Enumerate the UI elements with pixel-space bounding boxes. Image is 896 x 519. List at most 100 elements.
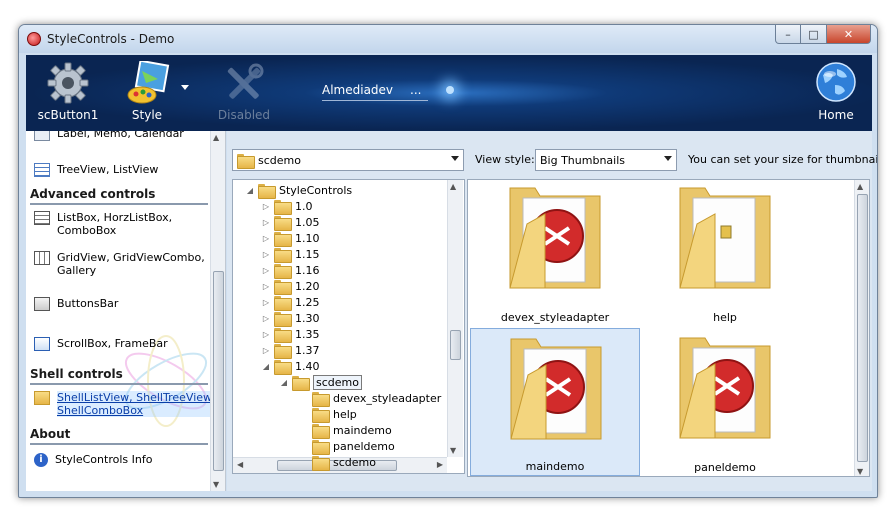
- nav-item-shell[interactable]: ShellListView, ShellTreeView, ShellComboB…: [34, 391, 216, 417]
- tree-node-label: 1.40: [295, 359, 320, 373]
- scbutton1-button[interactable]: scButton1: [34, 55, 102, 131]
- nav-item-scrollbox[interactable]: ScrollBox, FrameBar: [34, 337, 168, 351]
- tree-node[interactable]: ▷ 1.16: [261, 262, 320, 279]
- scroll-up-icon[interactable]: ▲: [450, 182, 456, 191]
- tree-node-label: 1.10: [295, 231, 320, 245]
- scroll-thumb[interactable]: [450, 330, 461, 360]
- expand-icon[interactable]: ▷: [261, 330, 271, 339]
- tree-node-root[interactable]: ◢ StyleControls: [245, 182, 352, 199]
- collapse-icon[interactable]: ◢: [279, 378, 289, 387]
- folder-icon: [274, 359, 292, 375]
- close-button[interactable]: ✕: [827, 25, 871, 44]
- tree-node-label: help: [333, 407, 357, 421]
- path-combobox[interactable]: scdemo: [232, 149, 464, 171]
- nav-label-line1: ShellListView, ShellTreeView,: [57, 391, 216, 404]
- tree-node-label: 1.37: [295, 343, 320, 357]
- tree-node[interactable]: ▷ 1.15: [261, 246, 320, 263]
- thumbnail-item[interactable]: help: [640, 180, 810, 326]
- scroll-down-icon[interactable]: ▼: [213, 480, 219, 489]
- scroll-left-icon[interactable]: ◀: [237, 460, 243, 469]
- thumbnail-item[interactable]: paneldemo: [640, 328, 810, 476]
- nav-item-label-memo[interactable]: Label, Memo, Calendar: [34, 131, 184, 141]
- tree-node[interactable]: scdemo: [299, 454, 376, 471]
- nav-label: ShellListView, ShellTreeView, ShellComboB…: [57, 391, 216, 417]
- list-vscrollbar[interactable]: ▲ ▼: [854, 180, 869, 476]
- expand-icon[interactable]: ▷: [261, 282, 271, 291]
- tree-node[interactable]: maindemo: [299, 422, 392, 439]
- shell-tree-view[interactable]: ◢ StyleControls ▲ ▼ ◀ ▶ ▷ 1.0 ▷ 1.05 ▷ 1.10 ▷ 1…: [232, 179, 465, 474]
- view-style-label: View style:: [475, 153, 535, 166]
- expand-icon[interactable]: ▷: [261, 250, 271, 259]
- view-style-value: Big Thumbnails: [540, 153, 625, 167]
- scroll-down-icon[interactable]: ▼: [857, 467, 863, 476]
- scroll-thumb[interactable]: [857, 194, 868, 462]
- gear-icon: [47, 62, 89, 104]
- nav-item-treeview[interactable]: TreeView, ListView: [34, 163, 158, 177]
- globe-icon: [816, 62, 856, 102]
- folder-icon: [274, 199, 292, 215]
- thumbnail-label: help: [713, 311, 737, 324]
- tree-node[interactable]: ▷ 1.25: [261, 294, 320, 311]
- gridview-icon: [34, 251, 50, 265]
- tree-node[interactable]: ▷ 1.0: [261, 198, 313, 215]
- collapse-icon[interactable]: ◢: [261, 362, 271, 371]
- nav-label-line2: ShellComboBox: [57, 404, 144, 417]
- view-style-combobox[interactable]: Big Thumbnails: [535, 149, 677, 171]
- nav-label: ButtonsBar: [57, 297, 119, 310]
- nav-item-gridview[interactable]: GridView, GridViewCombo, Gallery: [34, 251, 205, 277]
- nav-item-listbox[interactable]: ListBox, HorzListBox, ComboBox: [34, 211, 172, 237]
- paint-palette-icon: [127, 61, 170, 104]
- tree-node[interactable]: ▷ 1.35: [261, 326, 320, 343]
- style-dropdown-arrow-icon[interactable]: [181, 85, 189, 90]
- folder-icon: [274, 311, 292, 327]
- expand-icon[interactable]: ▷: [261, 314, 271, 323]
- tree-node-label: 1.05: [295, 215, 320, 229]
- tree-node[interactable]: help: [299, 406, 357, 423]
- tree-node-label: 1.20: [295, 279, 320, 293]
- folder-icon: [679, 337, 771, 439]
- thumbnail-item[interactable]: maindemo: [470, 328, 640, 476]
- tree-node[interactable]: paneldemo: [299, 438, 395, 455]
- edit-ellipsis-button[interactable]: ...: [410, 83, 421, 97]
- scroll-up-icon[interactable]: ▲: [857, 182, 863, 191]
- thumbnail-item[interactable]: devex_styleadapter: [470, 180, 640, 326]
- shell-list-view[interactable]: ▲ ▼ devex_styleadapter help maindemo paneld…: [467, 179, 870, 477]
- nav-item-info[interactable]: i StyleControls Info: [34, 453, 152, 467]
- tree-node[interactable]: ▷ 1.10: [261, 230, 320, 247]
- maximize-button[interactable]: □: [801, 25, 827, 44]
- tree-node[interactable]: ◢ scdemo: [279, 374, 362, 391]
- tree-node[interactable]: ▷ 1.20: [261, 278, 320, 295]
- thumbnail-label: maindemo: [525, 460, 585, 473]
- folder-icon: [509, 187, 601, 289]
- folder-icon: [274, 247, 292, 263]
- tree-node[interactable]: ▷ 1.37: [261, 342, 320, 359]
- expand-icon[interactable]: ▷: [261, 218, 271, 227]
- scroll-down-icon[interactable]: ▼: [450, 446, 456, 455]
- tree-vscrollbar[interactable]: ▲ ▼: [447, 180, 463, 457]
- title-bar: StyleControls - Demo – □ ✕: [19, 25, 877, 53]
- scroll-right-icon[interactable]: ▶: [437, 460, 443, 469]
- expand-icon[interactable]: ▷: [261, 346, 271, 355]
- folder-icon: [274, 295, 292, 311]
- nav-item-buttonsbar[interactable]: ButtonsBar: [34, 297, 118, 311]
- style-button[interactable]: Style: [116, 55, 178, 131]
- left-panel-scrollbar[interactable]: ▲ ▼: [210, 131, 225, 491]
- home-button[interactable]: Home: [806, 55, 866, 131]
- tree-node-label: 1.0: [295, 199, 313, 213]
- tree-node[interactable]: ▷ 1.30: [261, 310, 320, 327]
- info-icon: i: [34, 453, 48, 467]
- expand-icon[interactable]: ▷: [261, 202, 271, 211]
- scroll-up-icon[interactable]: ▲: [213, 133, 219, 142]
- folder-icon: [312, 439, 330, 455]
- tree-node[interactable]: ▷ 1.05: [261, 214, 320, 231]
- nav-label-line2: ComboBox: [57, 224, 117, 237]
- expand-icon[interactable]: ▷: [261, 234, 271, 243]
- scroll-thumb[interactable]: [213, 271, 224, 471]
- expand-icon[interactable]: ▷: [261, 266, 271, 275]
- tree-node[interactable]: devex_styleadapter: [299, 390, 441, 407]
- collapse-icon[interactable]: ◢: [245, 186, 255, 195]
- minimize-button[interactable]: –: [775, 25, 801, 44]
- folder-icon: [34, 391, 50, 405]
- tree-node[interactable]: ◢ 1.40: [261, 358, 320, 375]
- expand-icon[interactable]: ▷: [261, 298, 271, 307]
